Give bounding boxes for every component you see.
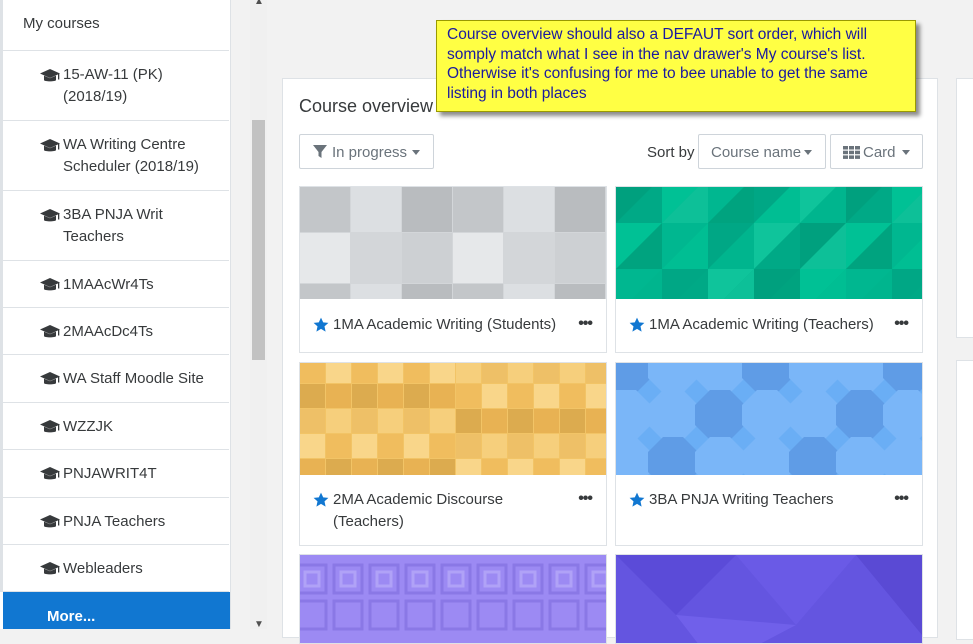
graduation-cap-icon xyxy=(39,138,61,154)
more-actions-icon[interactable]: ••• xyxy=(894,491,909,507)
course-card[interactable] xyxy=(615,554,923,644)
sort-by-label: Sort by xyxy=(647,144,695,161)
chevron-down-icon xyxy=(804,150,812,155)
chevron-down-icon xyxy=(902,150,910,155)
grid-icon xyxy=(843,146,860,159)
course-name-link[interactable]: 3BA PNJA Writing Teachers xyxy=(649,489,879,511)
more-actions-icon[interactable]: ••• xyxy=(578,491,593,507)
star-icon[interactable] xyxy=(313,492,329,508)
course-card[interactable]: 1MA Academic Writing (Teachers) ••• xyxy=(615,186,923,353)
nav-course-item[interactable]: PNJA Teachers xyxy=(0,498,229,545)
graduation-cap-icon xyxy=(39,466,61,482)
course-overview-title: Course overview xyxy=(299,96,434,116)
graduation-cap-icon xyxy=(39,277,61,293)
graduation-cap-icon xyxy=(39,68,61,84)
graduation-cap-icon xyxy=(39,514,61,530)
nav-course-item[interactable]: Webleaders xyxy=(0,545,229,592)
graduation-cap-icon xyxy=(39,419,61,435)
filter-dropdown[interactable]: In progress xyxy=(299,134,434,169)
course-image[interactable] xyxy=(300,555,606,643)
more-actions-icon[interactable]: ••• xyxy=(578,316,593,332)
nav-course-item[interactable]: 3BA PNJA Writ Teachers xyxy=(0,191,229,261)
nav-course-item[interactable]: 2MAAcDc4Ts xyxy=(0,308,229,355)
course-image[interactable] xyxy=(300,187,606,299)
nav-course-label: PNJAWRIT4T xyxy=(63,465,157,482)
course-image[interactable] xyxy=(616,187,922,299)
chevron-down-icon xyxy=(412,150,420,155)
scroll-up-arrow-icon[interactable]: ▲ xyxy=(254,0,264,7)
nav-course-label: 3BA PNJA Writ Teachers xyxy=(63,206,163,245)
star-icon[interactable] xyxy=(313,317,329,333)
nav-course-item[interactable]: WZZJK xyxy=(0,403,229,450)
nav-course-item[interactable]: 1MAAcWr4Ts xyxy=(0,261,229,308)
graduation-cap-icon xyxy=(39,561,61,577)
course-image[interactable] xyxy=(616,363,922,475)
side-block-edge-lower xyxy=(956,360,973,640)
scroll-thumb[interactable] xyxy=(252,120,265,360)
nav-course-label: WZZJK xyxy=(63,418,113,435)
nav-course-label: WA Writing Centre Scheduler (2018/19) xyxy=(63,136,199,175)
nav-heading-label: My courses xyxy=(23,15,100,32)
nav-more-button[interactable]: More... xyxy=(3,592,230,629)
course-image[interactable] xyxy=(300,363,606,475)
annotation-note: Course overview should also a DEFAUT sor… xyxy=(436,20,916,112)
course-image[interactable] xyxy=(616,555,922,643)
nav-course-item[interactable]: WA Staff Moodle Site xyxy=(0,355,229,403)
sort-value: Course name xyxy=(711,144,802,161)
nav-drawer: My courses 15-AW-11 (PK) (2018/19) WA Wri… xyxy=(0,0,231,629)
nav-course-item[interactable]: PNJAWRIT4T xyxy=(0,450,229,498)
nav-course-label: PNJA Teachers xyxy=(63,513,166,530)
nav-course-label: 1MAAcWr4Ts xyxy=(63,276,154,293)
view-value: Card xyxy=(863,144,896,161)
star-icon[interactable] xyxy=(629,317,645,333)
nav-course-label: 2MAAcDc4Ts xyxy=(63,323,154,340)
graduation-cap-icon xyxy=(39,208,61,224)
more-actions-icon[interactable]: ••• xyxy=(894,316,909,332)
nav-course-item[interactable]: 15-AW-11 (PK) (2018/19) xyxy=(0,51,229,121)
course-card[interactable]: 1MA Academic Writing (Students) ••• xyxy=(299,186,607,353)
graduation-cap-icon xyxy=(39,324,61,340)
side-block-edge xyxy=(956,78,973,338)
sort-dropdown[interactable]: Course name xyxy=(698,134,826,169)
star-icon[interactable] xyxy=(629,492,645,508)
course-card[interactable] xyxy=(299,554,607,644)
filter-label: In progress xyxy=(332,144,408,161)
view-dropdown[interactable]: Card xyxy=(830,134,923,169)
course-name-link[interactable]: 1MA Academic Writing (Teachers) xyxy=(649,314,879,336)
graduation-cap-icon xyxy=(39,371,61,387)
nav-course-label: 15-AW-11 (PK) (2018/19) xyxy=(63,66,163,105)
drawer-scrollbar[interactable]: ▲ ▼ xyxy=(250,0,267,630)
nav-my-courses-heading[interactable]: My courses xyxy=(0,0,229,51)
course-card[interactable]: 2MA Academic Discourse (Teachers) ••• xyxy=(299,362,607,546)
course-name-link[interactable]: 1MA Academic Writing (Students) xyxy=(333,314,563,336)
course-card[interactable]: 3BA PNJA Writing Teachers ••• xyxy=(615,362,923,546)
nav-more-label: More... xyxy=(47,608,96,625)
course-name-link[interactable]: 2MA Academic Discourse (Teachers) xyxy=(333,489,563,533)
nav-course-label: Webleaders xyxy=(63,560,143,577)
nav-course-item[interactable]: WA Writing Centre Scheduler (2018/19) xyxy=(0,121,229,191)
nav-course-label: WA Staff Moodle Site xyxy=(63,370,204,387)
filter-icon xyxy=(313,145,327,158)
